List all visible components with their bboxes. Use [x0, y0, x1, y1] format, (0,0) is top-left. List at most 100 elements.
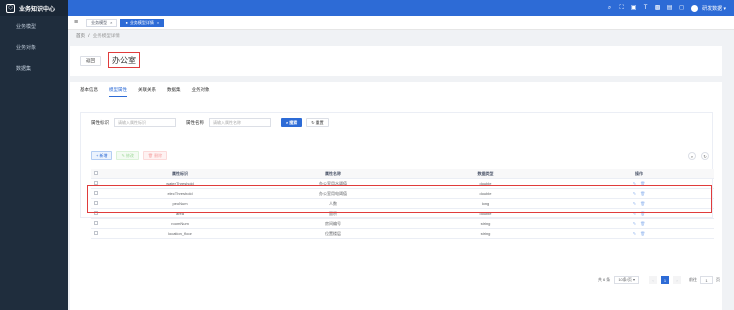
cell-attr-id: waterThreshold: [166, 181, 194, 186]
breadcrumb: 首页 / 业务模型详情: [76, 33, 120, 39]
tab-dataset[interactable]: 数据集: [167, 87, 181, 97]
fullscreen-icon[interactable]: ⛶: [618, 5, 625, 12]
delete-icon[interactable]: 🗑: [640, 221, 645, 226]
goto-label: 前往: [689, 277, 697, 282]
delete-button[interactable]: 🗑 删除: [142, 151, 168, 160]
edit-icon[interactable]: ✎: [633, 231, 636, 236]
cell-attr-name: 办公室用水阈值: [319, 180, 347, 186]
tab-basic-info[interactable]: 基本信息: [80, 87, 98, 97]
tab-relations[interactable]: 关联关系: [138, 87, 156, 97]
cell-attr-name: 房间编号: [325, 220, 341, 226]
tag-label: 业务模型详情: [129, 19, 154, 25]
edit-button[interactable]: ✎ 修改: [116, 151, 139, 160]
page-suffix: 页: [716, 277, 720, 282]
row-checkbox[interactable]: [94, 181, 98, 185]
delete-icon[interactable]: 🗑: [640, 181, 645, 186]
sidebar-item-dataset[interactable]: 数据集: [0, 58, 68, 79]
tag-business-model[interactable]: 业务模型 ×: [86, 18, 118, 27]
close-icon[interactable]: ×: [110, 20, 112, 25]
menu-toggle-icon[interactable]: ≡: [74, 19, 78, 26]
tags-view: ≡ 业务模型 × ● 业务模型详情 ×: [68, 16, 734, 30]
page-number[interactable]: 1: [661, 276, 669, 284]
tab-business-object[interactable]: 业务对象: [192, 87, 210, 97]
app-title: 业务知识中心: [19, 6, 56, 13]
prev-page-icon[interactable]: ‹: [649, 276, 657, 284]
attr-id-label: 属性标识: [91, 119, 109, 125]
reset-button-label: 重置: [315, 119, 324, 125]
total-count: 共 6 条: [597, 277, 611, 282]
row-checkbox[interactable]: [94, 231, 98, 235]
refresh-icon[interactable]: ↻: [701, 152, 709, 160]
edit-icon[interactable]: ✎: [633, 201, 636, 206]
cell-attr-id: peoNum: [172, 201, 188, 206]
search-button[interactable]: ⌕ 搜索: [281, 118, 303, 127]
cell-data-type: long: [481, 201, 490, 206]
page-size-select[interactable]: 10条/页 ▾: [614, 276, 639, 284]
logo-icon: ⬡: [6, 3, 15, 13]
cell-attr-id: area: [175, 211, 184, 216]
edit-icon[interactable]: ✎: [633, 211, 636, 216]
document-icon[interactable]: ▣: [630, 5, 637, 12]
add-button[interactable]: + 新增: [91, 151, 113, 160]
delete-icon[interactable]: 🗑: [640, 191, 645, 196]
back-button[interactable]: 返回: [80, 56, 101, 66]
tab-model-attributes[interactable]: 模型属性: [109, 87, 127, 97]
select-all-checkbox[interactable]: [94, 171, 98, 175]
row-checkbox[interactable]: [94, 221, 98, 225]
edit-icon[interactable]: ✎: [633, 181, 636, 186]
attr-id-input[interactable]: 请输入属性标识: [114, 118, 176, 127]
cell-attr-id: elecThreshold: [167, 191, 193, 196]
column-header: 属性标识: [172, 170, 188, 176]
close-icon[interactable]: ×: [157, 20, 159, 25]
layout-icon[interactable]: ▤: [666, 5, 673, 12]
reset-button[interactable]: ↻ 重置: [306, 118, 329, 127]
toggle-search-icon[interactable]: ⌕: [688, 152, 696, 160]
sidebar-item-business-object[interactable]: 业务对象: [0, 37, 68, 58]
column-header: 数据类型: [477, 170, 494, 176]
table-toolbar: + 新增 ✎ 修改 🗑 删除: [91, 151, 171, 160]
page-title: 办公室: [108, 52, 140, 68]
sidebar-item-business-model[interactable]: 业务模型: [0, 16, 68, 37]
delete-icon[interactable]: 🗑: [640, 231, 645, 236]
attr-name-input[interactable]: 请输入属性名称: [209, 118, 271, 127]
user-menu[interactable]: 研发数据 ▾: [702, 5, 726, 12]
table-row[interactable]: waterThreshold 办公室用水阈值 double ✎ 🗑: [91, 179, 714, 189]
table-row[interactable]: elecThreshold 办公室用电阈值 double ✎ 🗑: [91, 189, 714, 199]
table-header-row: 属性标识 属性名称 数据类型 操作: [91, 169, 714, 179]
bell-icon[interactable]: ◻: [678, 5, 685, 12]
breadcrumb-separator: /: [88, 33, 90, 38]
column-header: 属性名称: [325, 170, 341, 176]
breadcrumb-current: 业务模型详情: [92, 33, 120, 38]
table-row[interactable]: location_floor 位置楼层 string ✎ 🗑: [91, 229, 714, 239]
row-checkbox[interactable]: [94, 191, 98, 195]
app-logo[interactable]: ⬡ 业务知识中心: [0, 0, 68, 16]
cell-data-type: double: [479, 181, 492, 186]
next-page-icon[interactable]: ›: [673, 276, 681, 284]
search-icon[interactable]: ⌕: [606, 5, 613, 12]
attributes-panel: 属性标识 请输入属性标识 属性名称 请输入属性名称 ⌕ 搜索 ↻ 重置 + 新增…: [80, 112, 714, 239]
detail-tabs: 基本信息 模型属性 关联关系 数据集 业务对象: [80, 87, 221, 97]
active-dot-icon: ●: [125, 20, 128, 25]
delete-icon[interactable]: 🗑: [640, 201, 645, 206]
table-row[interactable]: roomNum 房间编号 string ✎ 🗑: [91, 219, 714, 229]
avatar[interactable]: [691, 4, 699, 12]
row-checkbox[interactable]: [94, 201, 98, 205]
font-size-icon[interactable]: T: [642, 5, 649, 12]
row-checkbox[interactable]: [94, 211, 98, 215]
cell-attr-id: roomNum: [171, 221, 189, 226]
image-icon[interactable]: ▩: [654, 5, 661, 12]
edit-icon[interactable]: ✎: [633, 191, 636, 196]
breadcrumb-home[interactable]: 首页: [76, 33, 85, 38]
attr-name-label: 属性名称: [186, 119, 204, 125]
pagination: 共 6 条 10条/页 ▾ ‹ 1 › 前往 1 页: [598, 276, 720, 284]
table-row[interactable]: area 面积 double ✎ 🗑: [91, 209, 714, 219]
cell-data-type: double: [479, 211, 492, 216]
goto-page-input[interactable]: 1: [700, 276, 713, 284]
delete-icon[interactable]: 🗑: [640, 211, 645, 216]
table-row[interactable]: peoNum 人数 long ✎ 🗑: [91, 199, 714, 209]
edit-icon[interactable]: ✎: [633, 221, 636, 226]
search-icon: ⌕: [286, 120, 289, 125]
tag-business-model-detail[interactable]: ● 业务模型详情 ×: [120, 18, 165, 27]
attributes-table: 属性标识 属性名称 数据类型 操作 waterThreshold 办公室用水阈值…: [91, 169, 714, 239]
cell-data-type: double: [479, 191, 492, 196]
